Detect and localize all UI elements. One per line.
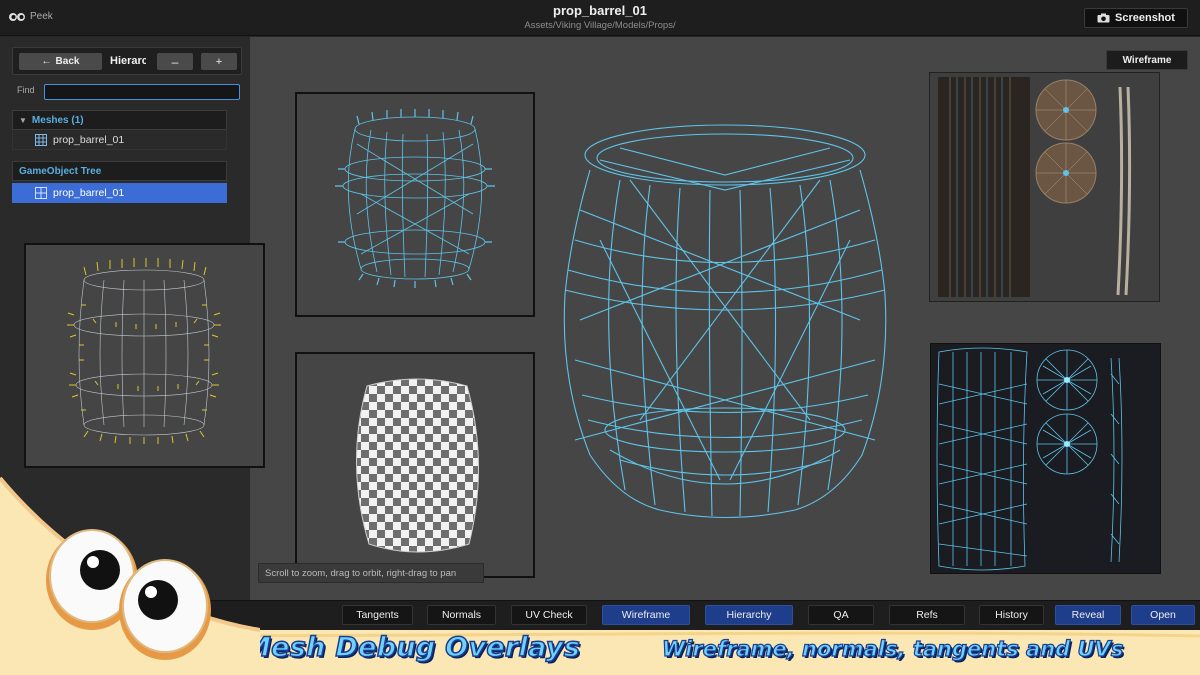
- gameobject-tree-header: GameObject Tree: [12, 161, 227, 181]
- tree-header-label: GameObject Tree: [19, 165, 102, 177]
- tangents-button[interactable]: Tangents: [342, 605, 413, 625]
- mesh-item-label: prop_barrel_01: [53, 133, 125, 146]
- uv-check-button[interactable]: UV Check: [511, 605, 587, 625]
- wireframe-normals-preview[interactable]: [295, 92, 535, 317]
- uv-texture-preview[interactable]: [929, 72, 1160, 302]
- camera-icon: [1097, 13, 1110, 23]
- hierarchy-toolbar: ← Back Hierarchy – +: [12, 47, 242, 75]
- tree-item-label: prop_barrel_01: [53, 186, 125, 199]
- find-input[interactable]: [44, 84, 240, 100]
- find-label: Find: [17, 85, 35, 95]
- asset-title: prop_barrel_01: [553, 3, 647, 18]
- normals-barrel-graphic: [67, 258, 221, 444]
- wire-barrel-graphic: [335, 109, 495, 288]
- normals-button[interactable]: Normals: [427, 605, 496, 625]
- uv-check-preview[interactable]: [295, 352, 535, 578]
- uv-wire-graphic: [936, 347, 1123, 571]
- main-wireframe-barrel: [563, 124, 887, 519]
- back-label: Back: [55, 56, 80, 67]
- qa-button[interactable]: QA: [808, 605, 874, 625]
- expand-button[interactable]: +: [201, 53, 237, 70]
- triangle-down-icon: ▼: [19, 115, 27, 125]
- meshes-header[interactable]: ▼ Meshes (1): [12, 110, 227, 130]
- uv-layout-preview[interactable]: [930, 343, 1161, 574]
- mascot-eyes: [0, 476, 260, 675]
- prefab-grid-icon: [35, 186, 47, 199]
- wireframe-button[interactable]: Wireframe: [602, 605, 690, 625]
- meshes-header-label: Meshes (1): [31, 114, 84, 126]
- panel-title: Hierarchy: [110, 55, 146, 67]
- mesh-grid-icon: [35, 133, 47, 146]
- banner-subtitle: Wireframe, normals, tangents and UVs: [661, 636, 1124, 661]
- screenshot-label: Screenshot: [1115, 12, 1175, 24]
- viewport-hint: Scroll to zoom, drag to orbit, right-dra…: [258, 563, 484, 583]
- banner-title: Mesh Debug Overlays: [243, 631, 581, 664]
- normals-preview[interactable]: [24, 243, 265, 468]
- mesh-list-item[interactable]: prop_barrel_01: [12, 130, 227, 150]
- open-button[interactable]: Open: [1131, 605, 1195, 625]
- back-button[interactable]: ← Back: [19, 53, 102, 70]
- texture-atlas-graphic: [930, 73, 1159, 301]
- asset-path: Assets/Viking Village/Models/Props/: [524, 20, 676, 31]
- hierarchy-button[interactable]: Hierarchy: [705, 605, 793, 625]
- refs-button[interactable]: Refs: [889, 605, 965, 625]
- screenshot-button[interactable]: Screenshot: [1084, 8, 1188, 28]
- title-bar: Peek prop_barrel_01 Assets/Viking Villag…: [0, 0, 1200, 36]
- reveal-button[interactable]: Reveal: [1055, 605, 1121, 625]
- history-button[interactable]: History: [979, 605, 1044, 625]
- collapse-button[interactable]: –: [157, 53, 193, 70]
- wireframe-mode-button[interactable]: Wireframe: [1106, 50, 1188, 70]
- checker-barrel-graphic: [355, 378, 480, 553]
- tree-item-prop-barrel[interactable]: prop_barrel_01: [12, 183, 227, 203]
- arrow-left-icon: ←: [41, 56, 52, 67]
